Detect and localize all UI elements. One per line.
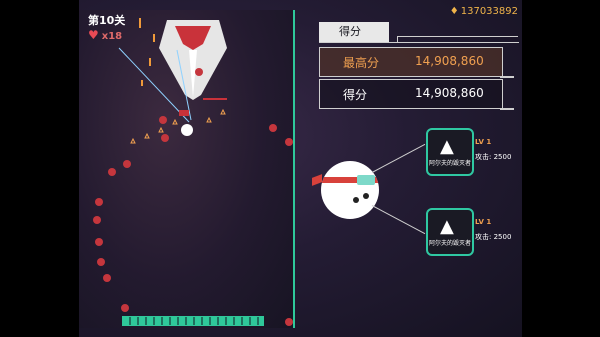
weapon-name: 阿尔夫的毁灭者: [428, 160, 471, 167]
ship-port: [363, 193, 369, 199]
high-score-row: 最高分 14,908,860: [319, 47, 514, 78]
high-score-value: 14,908,860: [415, 54, 484, 68]
boss-ship-icon: [159, 20, 227, 100]
row-corner: [500, 108, 514, 110]
ship-port: [353, 197, 359, 203]
playfield-graphics: [93, 18, 293, 326]
energy-bar-fill: [123, 317, 263, 325]
weapon-attack: 攻击: 2500: [475, 153, 512, 161]
triangle-shots: [130, 108, 226, 144]
letterbox-right: [522, 0, 600, 337]
lives-value: x18: [101, 31, 123, 42]
row-corner: [500, 76, 514, 78]
weapon-info-1: LV 1 攻击: 2500: [475, 138, 511, 162]
high-score-label: 最高分: [343, 56, 380, 70]
currency-display: ♦ 137033892: [450, 6, 518, 17]
weapon-info-2: LV 1 攻击: 2500: [475, 218, 511, 242]
weapon-name: 阿尔夫的毁灭者: [428, 240, 471, 247]
lives-counter: ♥ x18: [88, 28, 122, 42]
ship-visor: [357, 175, 375, 185]
weapon-slot-1[interactable]: ▲ 阿尔夫的毁灭者: [426, 128, 474, 176]
weapon-level: LV 1: [475, 138, 492, 146]
player-ship-icon: [181, 124, 193, 136]
current-score-label: 得分: [343, 88, 368, 102]
header-stripe: [397, 36, 518, 43]
currency-value: 137033892: [460, 6, 518, 17]
enemy-orbs: [93, 68, 293, 326]
enemy-shots: [139, 18, 155, 86]
current-score-row: 得分 14,908,860: [319, 79, 514, 110]
enemy-health-bar: [203, 98, 227, 100]
player-core: [179, 110, 189, 116]
current-score-value: 14,908,860: [415, 86, 484, 100]
weapon-icon: ▲: [440, 216, 454, 237]
weapon-level: LV 1: [475, 218, 492, 226]
heart-icon: ♥: [88, 28, 99, 42]
scoreboard-title: 得分: [319, 22, 389, 42]
scoreboard-header: 得分: [319, 22, 519, 43]
energy-bar: [122, 316, 264, 326]
player-ship-preview: [321, 161, 379, 219]
weapon-attack: 攻击: 2500: [475, 233, 512, 241]
stage-label: 第10关: [88, 14, 126, 27]
gem-icon: ♦: [449, 6, 459, 17]
weapon-icon: ▲: [440, 136, 454, 157]
letterbox-left: [0, 0, 79, 337]
weapon-slot-2[interactable]: ▲ 阿尔夫的毁灭者: [426, 208, 474, 256]
